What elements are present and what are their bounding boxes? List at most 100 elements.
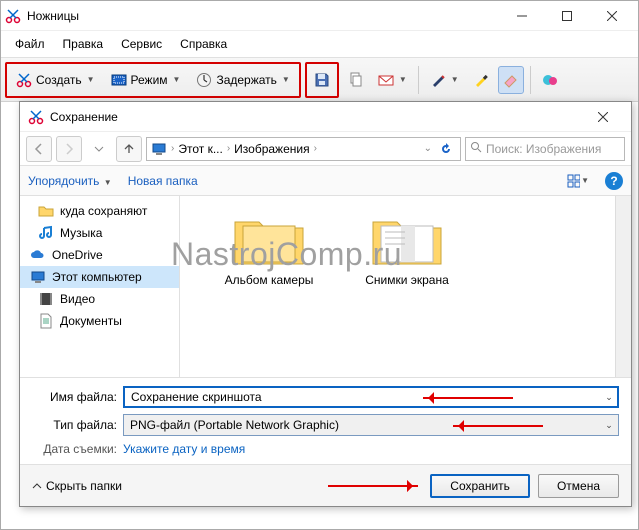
cancel-button[interactable]: Отмена xyxy=(538,474,619,498)
eraser-button[interactable] xyxy=(498,66,524,94)
filename-dropdown-button[interactable]: ⌄ xyxy=(600,387,618,407)
chevron-down-icon: ▼ xyxy=(104,178,112,187)
new-folder-button[interactable]: Новая папка xyxy=(128,174,198,188)
save-button[interactable] xyxy=(309,66,335,94)
paint3d-button[interactable] xyxy=(537,66,563,94)
chevron-down-icon: ▼ xyxy=(581,176,589,185)
organize-button[interactable]: Упорядочить ▼ xyxy=(28,174,112,188)
delay-label: Задержать xyxy=(216,73,276,87)
copy-button[interactable] xyxy=(343,66,369,94)
pen-button[interactable]: ▼ xyxy=(425,66,464,94)
doc-icon xyxy=(38,313,54,329)
nav-up-button[interactable] xyxy=(116,136,142,162)
shot-date-link[interactable]: Укажите дату и время xyxy=(123,442,245,456)
menu-help[interactable]: Справка xyxy=(172,33,235,55)
help-button[interactable]: ? xyxy=(605,172,623,190)
separator xyxy=(418,66,419,94)
folder-icon xyxy=(38,203,54,219)
scissors-icon xyxy=(28,109,44,125)
chevron-down-icon[interactable]: ⌄ xyxy=(424,143,432,154)
annotation-arrow xyxy=(328,485,418,487)
pc-icon xyxy=(151,141,167,157)
filetype-label: Тип файла: xyxy=(32,418,117,432)
delay-button[interactable]: Задержать ▼ xyxy=(189,66,296,94)
pc-icon xyxy=(30,269,46,285)
sidebar-item-video[interactable]: Видео xyxy=(20,288,179,310)
filetype-combo[interactable] xyxy=(123,414,619,436)
save-confirm-button[interactable]: Сохранить xyxy=(430,474,530,498)
chevron-right-icon: › xyxy=(171,143,174,154)
breadcrumb-seg1[interactable]: Этот к... xyxy=(178,142,222,156)
folder-icon xyxy=(371,212,443,267)
cloud-icon xyxy=(30,247,46,263)
highlighter-icon xyxy=(473,72,489,88)
maximize-button[interactable] xyxy=(544,1,589,31)
breadcrumb-seg2[interactable]: Изображения xyxy=(234,142,309,156)
menubar: Файл Правка Сервис Справка xyxy=(1,31,638,58)
sidebar-item-label: Документы xyxy=(60,314,122,328)
sidebar-item-label: Музыка xyxy=(60,226,102,240)
film-icon xyxy=(38,291,54,307)
highlight-group-1: Создать ▼ Режим ▼ Задержать ▼ xyxy=(5,62,301,98)
chevron-right-icon: › xyxy=(314,143,317,154)
sidebar-item-this-pc[interactable]: Этот компьютер xyxy=(20,266,179,288)
scissors-icon xyxy=(5,8,21,24)
breadcrumb[interactable]: › Этот к... › Изображения › ⌄ xyxy=(146,137,461,161)
sidebar-item-label: Видео xyxy=(60,292,95,306)
eraser-icon xyxy=(503,72,519,88)
view-button[interactable]: ▼ xyxy=(567,170,589,192)
sidebar-item-label: куда сохраняют xyxy=(60,204,147,218)
search-placeholder: Поиск: Изображения xyxy=(486,142,601,156)
mail-button[interactable]: ▼ xyxy=(373,66,412,94)
nav-back-button[interactable] xyxy=(26,136,52,162)
nav-tree: куда сохраняют Музыка OneDrive Этот компьют… xyxy=(20,196,180,377)
scrollbar[interactable] xyxy=(615,196,631,377)
chevron-down-icon: ▼ xyxy=(87,75,95,84)
window-title: Ножницы xyxy=(27,9,79,23)
highlighter-button[interactable] xyxy=(468,66,494,94)
file-list[interactable]: Альбом камеры Снимки экрана xyxy=(180,196,631,377)
hide-folders-toggle[interactable]: Скрыть папки xyxy=(32,479,122,493)
folder-item[interactable]: Снимки экрана xyxy=(348,212,466,287)
folder-label: Альбом камеры xyxy=(225,273,314,287)
sidebar-item-documents[interactable]: Документы xyxy=(20,310,179,332)
chevron-up-icon xyxy=(32,481,42,491)
filetype-dropdown-button[interactable]: ⌄ xyxy=(600,415,618,435)
chevron-down-icon: ▼ xyxy=(282,75,290,84)
sidebar-item-onedrive[interactable]: OneDrive xyxy=(20,244,179,266)
nav-recent-button[interactable] xyxy=(86,136,112,162)
mode-button[interactable]: Режим ▼ xyxy=(104,66,188,94)
menu-edit[interactable]: Правка xyxy=(55,33,112,55)
dialog-close-button[interactable] xyxy=(583,104,623,130)
minimize-button[interactable] xyxy=(499,1,544,31)
filename-input[interactable] xyxy=(123,386,619,408)
save-dialog: Сохранение › Этот к... › Изображения › xyxy=(19,101,632,507)
music-icon xyxy=(38,225,54,241)
menu-file[interactable]: Файл xyxy=(7,33,53,55)
nav-forward-button[interactable] xyxy=(56,136,82,162)
separator xyxy=(530,66,531,94)
new-button[interactable]: Создать ▼ xyxy=(9,66,102,94)
chevron-down-icon: ▼ xyxy=(173,75,181,84)
shot-date-label: Дата съемки: xyxy=(32,442,117,456)
folder-item[interactable]: Альбом камеры xyxy=(210,212,328,287)
sidebar-item-music[interactable]: Музыка xyxy=(20,222,179,244)
refresh-button[interactable] xyxy=(436,136,456,162)
paint3d-icon xyxy=(542,72,558,88)
sidebar-item-save-to[interactable]: куда сохраняют xyxy=(20,200,179,222)
chevron-down-icon: ▼ xyxy=(399,75,407,84)
dialog-title: Сохранение xyxy=(50,110,118,124)
close-button[interactable] xyxy=(589,1,634,31)
toolbar: Создать ▼ Режим ▼ Задержать ▼ xyxy=(1,58,638,102)
search-input[interactable]: Поиск: Изображения xyxy=(465,137,625,161)
copy-icon xyxy=(348,72,364,88)
search-icon xyxy=(470,141,482,156)
clock-icon xyxy=(196,72,212,88)
new-label: Создать xyxy=(36,73,82,87)
menu-tools[interactable]: Сервис xyxy=(113,33,170,55)
scissors-icon xyxy=(16,72,32,88)
mail-icon xyxy=(378,72,394,88)
sidebar-item-label: Этот компьютер xyxy=(52,270,142,284)
highlight-group-2 xyxy=(305,62,339,98)
folder-icon xyxy=(233,212,305,267)
